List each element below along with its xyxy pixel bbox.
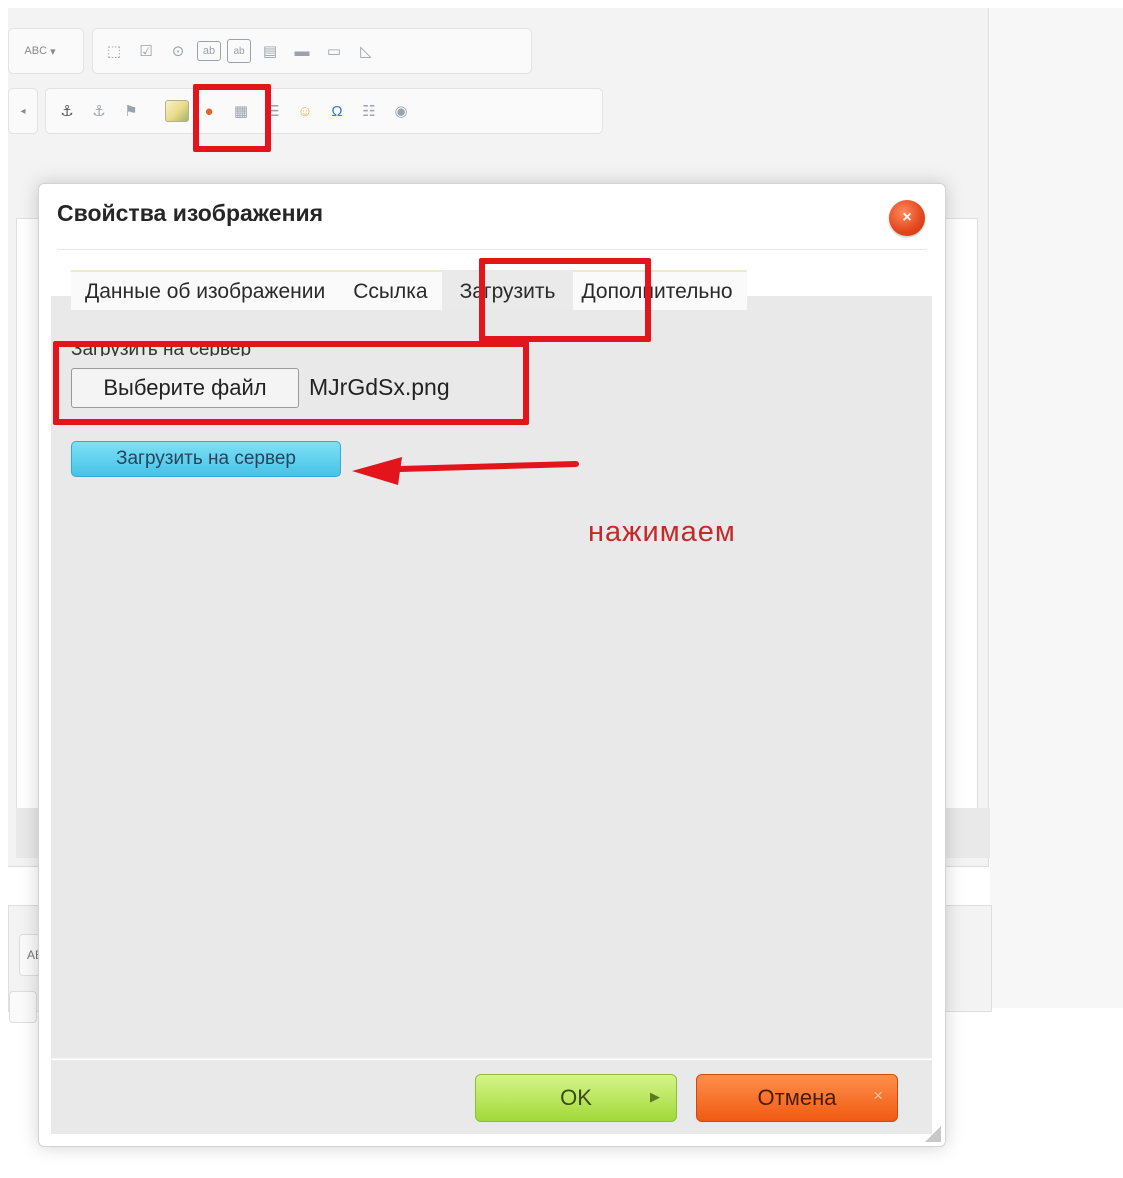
- play-icon: ▶: [650, 1089, 660, 1104]
- insert-toolbar: ⚓ ⚓ ⚑ ● ▦ ☰ ☺ Ω ☷ ◉: [45, 88, 603, 134]
- omega-label: Ω: [331, 102, 343, 120]
- footer-divider: [51, 1058, 933, 1059]
- iframe-icon[interactable]: ◉: [388, 98, 414, 124]
- dialog-footer: OK ▶ Отмена ×: [51, 1060, 932, 1134]
- resize-handle[interactable]: [925, 1126, 941, 1142]
- unlink-icon[interactable]: ⚓: [86, 98, 112, 124]
- checkbox-icon[interactable]: ☑: [133, 38, 159, 64]
- pagebreak-icon[interactable]: ☷: [356, 98, 382, 124]
- flag-icon[interactable]: ⚑: [118, 98, 144, 124]
- highlight-upload-tab: [479, 258, 651, 342]
- chevron-left-icon[interactable]: ◂: [17, 98, 29, 124]
- textfield-icon[interactable]: ab: [197, 41, 221, 61]
- spellcheck-label: ABC: [24, 45, 48, 57]
- imagebutton-icon[interactable]: ▭: [321, 38, 347, 64]
- annotation-text: нажимаем: [588, 516, 736, 548]
- select-icon[interactable]: ▤: [257, 38, 283, 64]
- close-icon[interactable]: ×: [889, 200, 925, 236]
- specialchar-icon[interactable]: Ω: [324, 98, 350, 124]
- spellcheck-toolbar: ABC ▾: [8, 28, 84, 74]
- radio-icon[interactable]: ⊙: [165, 38, 191, 64]
- anchor-icon[interactable]: ⚓: [54, 98, 80, 124]
- smiley-icon[interactable]: ☺: [292, 98, 318, 124]
- title-divider: [57, 249, 927, 250]
- form-icon[interactable]: ⬚: [101, 38, 127, 64]
- upload-to-server-button[interactable]: Загрузить на сервер: [71, 441, 341, 477]
- dialog-title: Свойства изображения: [57, 200, 324, 226]
- cancel-button[interactable]: Отмена ×: [696, 1074, 898, 1122]
- button-icon[interactable]: ▬: [289, 38, 315, 64]
- spellcheck-icon[interactable]: ABC ▾: [17, 38, 63, 64]
- highlight-file-chooser: [53, 341, 529, 425]
- ok-button[interactable]: OK ▶: [475, 1074, 677, 1122]
- hiddenfield-icon[interactable]: ◺: [353, 38, 379, 64]
- image-button[interactable]: [164, 98, 190, 124]
- close-small-icon: ×: [873, 1086, 883, 1105]
- textarea-icon[interactable]: ab: [227, 39, 251, 63]
- tab-link[interactable]: Ссылка: [339, 270, 442, 310]
- second-editor-tool[interactable]: [9, 991, 37, 1023]
- right-pane: [990, 8, 1123, 1008]
- forms-toolbar: ⬚ ☑ ⊙ ab ab ▤ ▬ ▭ ◺: [92, 28, 532, 74]
- highlight-image-button: [193, 84, 271, 152]
- image-icon: [165, 100, 189, 122]
- ok-label: OK: [560, 1085, 592, 1110]
- cancel-label: Отмена: [757, 1085, 837, 1110]
- tab-image-info[interactable]: Данные об изображении: [71, 270, 340, 310]
- toolbar-overflow: ◂: [8, 88, 38, 134]
- red-arrow-icon: [352, 457, 579, 485]
